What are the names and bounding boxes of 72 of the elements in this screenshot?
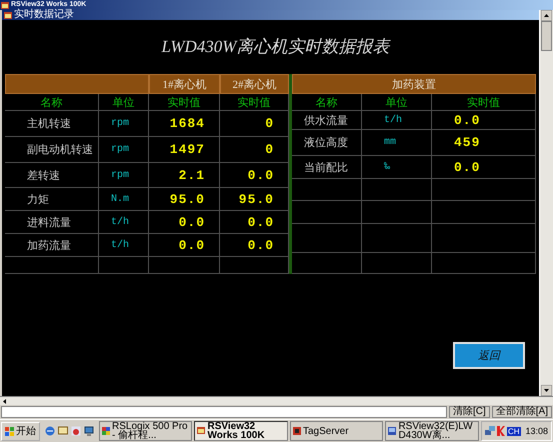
scroll-down-icon xyxy=(541,385,552,396)
column-header: 名称 xyxy=(292,94,362,111)
table-cell xyxy=(362,253,432,274)
taskbar-button[interactable]: RSView32(E)LWD430W离... xyxy=(385,421,479,441)
app-icon xyxy=(292,427,301,435)
table-cell xyxy=(292,179,362,201)
column-header: 单位 xyxy=(99,94,149,111)
value-reading: 2.1 xyxy=(149,163,220,188)
value-reading: 0.0 xyxy=(149,211,220,234)
row-name: 供水流量 xyxy=(292,111,362,130)
unit-label: rpm xyxy=(99,137,149,163)
app-icon xyxy=(388,427,396,435)
value-reading: 1684 xyxy=(149,111,220,137)
unit-label: rpm xyxy=(99,163,149,188)
table-cell xyxy=(99,257,149,274)
table-cell xyxy=(362,201,432,224)
clear-button[interactable]: 全部清除[A] xyxy=(492,406,552,418)
taskbar-button[interactable]: RSView32 Works 100K xyxy=(194,421,288,441)
row-name: 加药流量 xyxy=(5,234,99,257)
unit-label: rpm xyxy=(99,111,149,137)
language-indicator[interactable]: CH xyxy=(506,426,520,436)
value-reading: 0.0 xyxy=(432,156,536,179)
table-cell xyxy=(149,257,220,274)
unit-label: N.m xyxy=(99,188,149,211)
report-heading: LWD430W离心机实时数据报表 xyxy=(162,36,390,58)
table-cell xyxy=(362,224,432,253)
unit-label: ‰ xyxy=(362,156,432,179)
row-name: 当前配比 xyxy=(292,156,362,179)
windows-logo-icon xyxy=(5,426,14,436)
table-cell xyxy=(292,201,362,224)
value-reading: 95.0 xyxy=(149,188,220,211)
column-header: 实时值 xyxy=(432,94,536,111)
column-header: 实时值 xyxy=(149,94,220,111)
table-cell xyxy=(292,224,362,253)
antivirus-icon xyxy=(496,426,505,436)
back-button[interactable]: 返回 xyxy=(453,342,525,369)
group-header: 加药装置 xyxy=(292,74,536,94)
column-header: 名称 xyxy=(5,94,99,111)
media-icon xyxy=(71,426,81,436)
group-header: 1#离心机 xyxy=(149,74,220,94)
computer-icon xyxy=(84,426,94,436)
value-reading: 1497 xyxy=(149,137,220,163)
clear-button[interactable]: 清除[C] xyxy=(448,406,490,418)
row-name: 力矩 xyxy=(5,188,99,211)
scroll-up-icon xyxy=(541,10,552,21)
row-name: 副电动机转速 xyxy=(5,137,99,163)
clock: 13:08 xyxy=(524,426,548,436)
taskbar-button[interactable]: RSLogix 500 Pro - 偷杆程... xyxy=(99,421,192,441)
row-name: 液位高度 xyxy=(292,130,362,156)
message-field[interactable] xyxy=(1,406,447,418)
network-icon xyxy=(484,426,495,436)
row-name: 差转速 xyxy=(5,163,99,188)
app-icon xyxy=(102,427,110,435)
group-header: 2#离心机 xyxy=(220,74,289,94)
value-reading: 0.0 xyxy=(432,111,536,130)
value-reading: 459 xyxy=(432,130,536,156)
unit-label: mm xyxy=(362,130,432,156)
value-reading: 0.0 xyxy=(149,234,220,257)
desktop-icon xyxy=(58,426,68,436)
column-header: 单位 xyxy=(362,94,432,111)
app-icon xyxy=(197,427,206,435)
row-name: 主机转速 xyxy=(5,111,99,137)
horizontal-scrollbar[interactable] xyxy=(0,396,553,405)
taskbar-button[interactable]: TagServer xyxy=(290,421,384,441)
window-title: 实时数据记录 xyxy=(14,10,74,20)
start-button[interactable]: 开始 xyxy=(1,422,40,440)
unit-label: t/h xyxy=(99,234,149,257)
unit-label: t/h xyxy=(362,111,432,130)
unit-label: t/h xyxy=(99,211,149,234)
table-cell xyxy=(362,179,432,201)
row-name: 进料流量 xyxy=(5,211,99,234)
table-cell xyxy=(292,253,362,274)
